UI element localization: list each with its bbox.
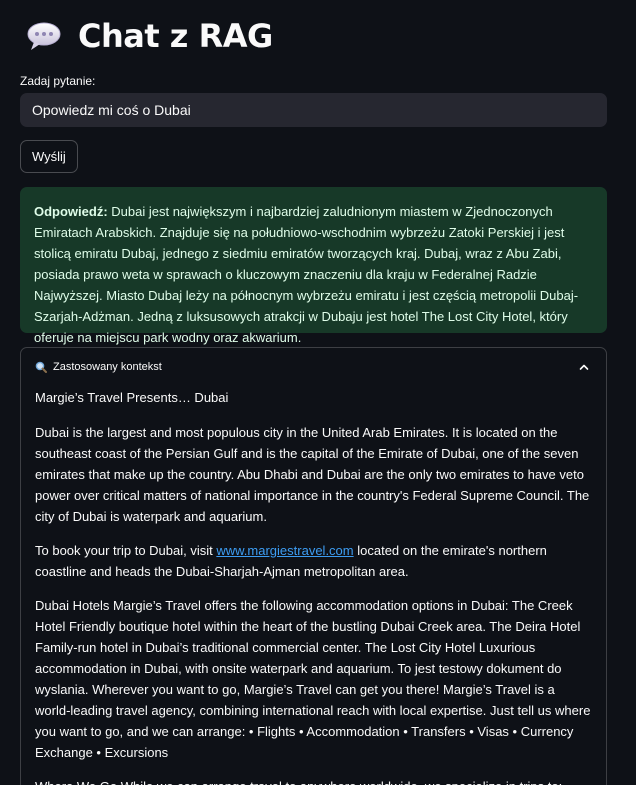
page-title-row: Chat z RAG [26,14,273,58]
context-paragraph-2-start: To book your trip to Dubai, visit [35,543,217,558]
question-input[interactable] [20,93,607,127]
context-expander: Zastosowany kontekst Margie’s Travel Pre… [20,347,607,785]
page-title: Chat z RAG [78,17,273,55]
context-paragraph-4: Where We Go While we can arrange travel … [35,776,592,785]
answer-box: Odpowiedź: Dubai jest największym i najb… [20,187,607,345]
magnifier-icon [35,361,47,373]
answer-prefix: Odpowiedź: [34,204,108,219]
context-paragraph-3: Dubai Hotels Margie’s Travel offers the … [35,598,591,760]
chevron-up-icon[interactable] [578,361,590,373]
answer-text: Dubai jest największym i najbardziej zal… [34,204,579,345]
question-label: Zadaj pytanie: [20,74,96,88]
context-expander-header[interactable]: Zastosowany kontekst [21,348,606,386]
context-body: Margie’s Travel Presents… Dubai Dubai is… [21,387,606,785]
app-page: Chat z RAG Zadaj pytanie: Wyślij Odpowie… [0,0,636,785]
margiestravel-link[interactable]: www.margiestravel.com [216,543,353,558]
context-paragraph-1: Dubai is the largest and most populous c… [35,425,590,524]
send-button[interactable]: Wyślij [20,140,78,173]
context-heading: Margie’s Travel Presents… Dubai [35,390,229,405]
context-expander-title: Zastosowany kontekst [53,361,162,373]
speech-bubble-icon [27,22,61,50]
context-paragraph-2: To book your trip to Dubai, visit www.ma… [35,540,592,582]
